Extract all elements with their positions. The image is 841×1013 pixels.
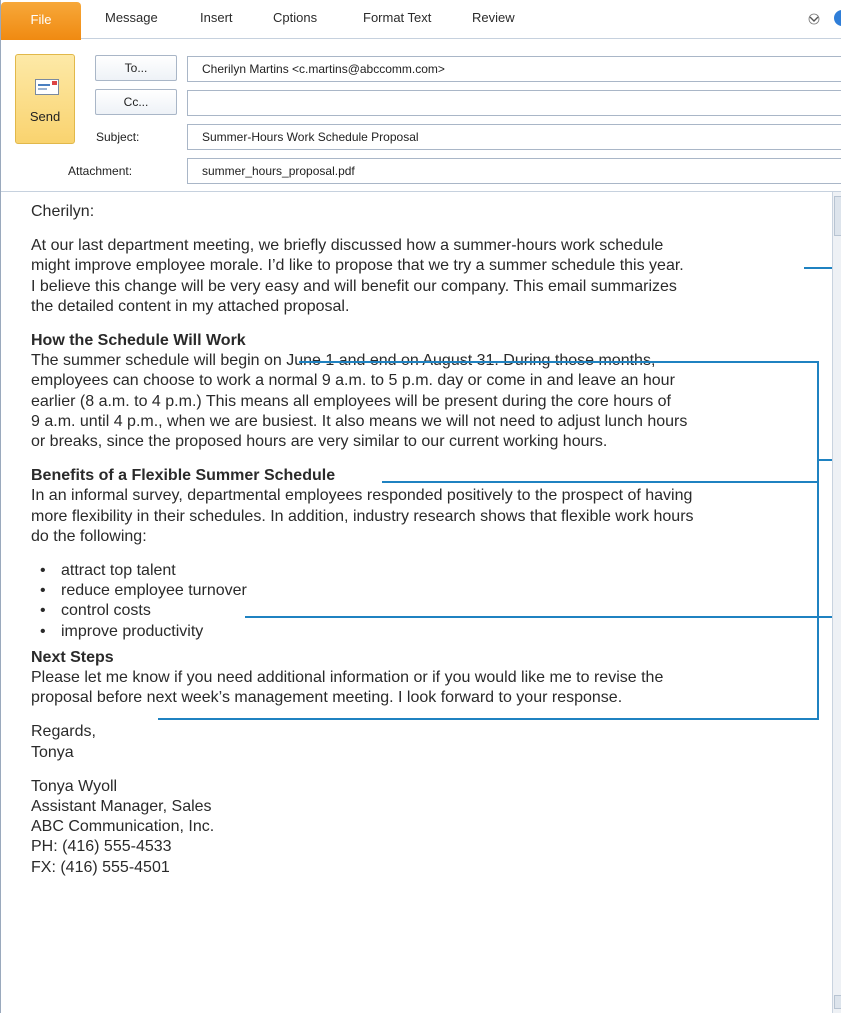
email-compose-window: File Message Insert Cptions Format Text …: [0, 0, 841, 1013]
section-line: or breaks, since the proposed hours are …: [31, 433, 608, 451]
list-item: • reduce employee turnover: [31, 581, 821, 601]
callout-line-next-steps: [158, 718, 819, 720]
to-field[interactable]: Cherilyn Martins <c.martins@abccomm.com>: [187, 56, 841, 82]
intro-line: the detailed content in my attached prop…: [31, 297, 350, 315]
header-divider: [1, 191, 841, 192]
tab-review[interactable]: Review: [472, 10, 515, 25]
help-icon[interactable]: [834, 10, 841, 26]
list-item: • attract top talent: [31, 561, 821, 581]
section-line: Please let me know if you need additiona…: [31, 669, 664, 687]
message-body[interactable]: Cherilyn: At our last department meeting…: [31, 202, 821, 878]
ribbon-tab-bar: File Message Insert Cptions Format Text …: [1, 0, 841, 40]
signature-line: FX: (416) 555-4501: [31, 858, 170, 876]
attachment-field[interactable]: summer_hours_proposal.pdf: [187, 158, 841, 184]
signature-line: Assistant Manager, Sales: [31, 798, 212, 816]
subject-field[interactable]: Summer-Hours Work Schedule Proposal: [187, 124, 841, 150]
tab-insert[interactable]: Insert: [200, 10, 233, 25]
benefits-list: • attract top talent • reduce employee tur…: [31, 561, 821, 642]
send-label: Send: [29, 109, 61, 124]
section-heading-next-steps: Next Steps: [31, 648, 114, 666]
envelope-icon: [35, 79, 59, 95]
intro-line: I believe this change will be very easy …: [31, 277, 677, 295]
message-header: Send To... Cc... Subject: Attachment: Ch…: [1, 40, 841, 192]
scroll-down-arrow-icon[interactable]: [834, 995, 841, 1009]
callout-line-schedule: [299, 361, 819, 363]
tab-message[interactable]: Message: [105, 10, 158, 25]
section-line: 9 a.m. until 4 p.m., when we are busiest…: [31, 412, 688, 430]
tab-file[interactable]: File: [1, 2, 81, 40]
bullet-icon: •: [40, 622, 46, 640]
section-heading-schedule: How the Schedule Will Work: [31, 332, 246, 350]
vertical-scrollbar[interactable]: [832, 192, 841, 1013]
list-item: • improve productivity: [31, 622, 821, 642]
minimize-ribbon-icon[interactable]: [808, 13, 820, 25]
send-button[interactable]: Send: [15, 54, 75, 144]
signature-line: ABC Communication, Inc.: [31, 818, 215, 836]
bullet-icon: •: [40, 582, 46, 600]
signature-line: PH: (416) 555-4533: [31, 838, 172, 856]
callout-bracket: [817, 361, 819, 720]
intro-line: might improve employee morale. I’d like …: [31, 257, 684, 275]
section-line: do the following:: [31, 527, 147, 545]
section-heading-benefits: Benefits of a Flexible Summer Schedule: [31, 467, 336, 485]
closing-line: Regards,: [31, 723, 96, 741]
section-line: more flexibility in their schedules. In …: [31, 507, 694, 525]
cc-button[interactable]: Cc...: [95, 89, 177, 115]
scroll-up-arrow-icon[interactable]: [834, 196, 841, 236]
bullet-icon: •: [40, 602, 46, 620]
attachment-label: Attachment:: [68, 164, 133, 178]
tab-format-text[interactable]: Format Text: [363, 10, 431, 25]
callout-line-benefits: [382, 481, 819, 483]
bullet-icon: •: [40, 562, 46, 580]
section-line: In an informal survey, departmental empl…: [31, 487, 693, 505]
section-line: employees can choose to work a normal 9 …: [31, 372, 675, 390]
greeting: Cherilyn:: [31, 203, 95, 220]
to-button[interactable]: To...: [95, 55, 177, 81]
tab-options[interactable]: Cptions: [273, 10, 317, 25]
cc-field[interactable]: [187, 90, 841, 116]
signature-line: Tonya Wyoll: [31, 777, 118, 795]
callout-line-bullets: [245, 616, 841, 618]
section-line: proposal before next week’s management m…: [31, 689, 623, 707]
section-line: earlier (8 a.m. to 4 p.m.) This means al…: [31, 392, 671, 410]
subject-label: Subject:: [96, 130, 140, 144]
list-item: • control costs: [31, 601, 821, 621]
closing-line: Tonya: [31, 743, 74, 761]
intro-line: At our last department meeting, we brief…: [31, 237, 664, 255]
